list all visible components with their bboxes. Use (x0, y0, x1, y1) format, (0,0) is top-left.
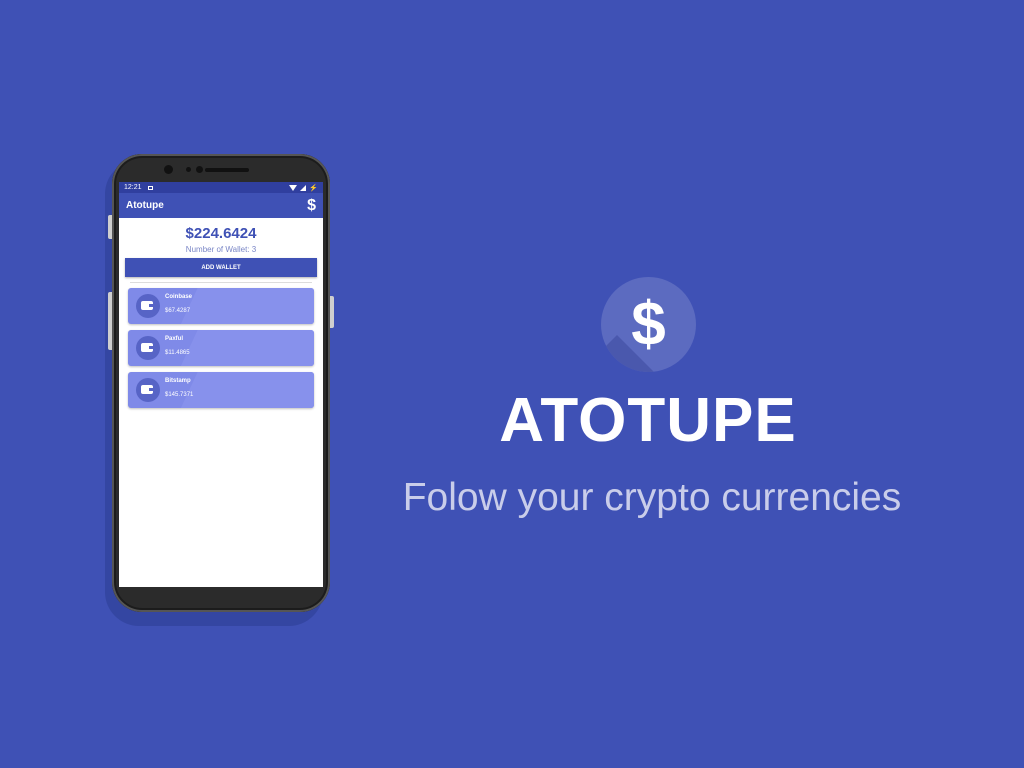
proximity-sensor (186, 167, 191, 172)
brand-tagline: Folow your crypto currencies (402, 476, 902, 519)
wallet-name: Bitstamp (165, 378, 191, 384)
status-time: 12:21 (124, 184, 142, 191)
light-sensor (196, 166, 203, 173)
wallet-card-paxful[interactable]: Paxful $11.4865 (128, 330, 314, 366)
app-logo: $ (601, 277, 696, 372)
status-icons: ⚡ (289, 184, 318, 192)
wallet-icon (141, 301, 153, 310)
status-bar: 12:21 ⚡ (119, 182, 323, 193)
wallet-card-coinbase[interactable]: Coinbase $67.4287 (128, 288, 314, 324)
wifi-icon (289, 184, 298, 191)
wallet-icon (141, 385, 153, 394)
phone-frame: 12:21 ⚡ Atotupe $ $224.6424 Number of Wa… (112, 154, 330, 612)
signal-icon (300, 184, 307, 191)
wallet-amount: $67.4287 (165, 308, 191, 314)
brand-title: ATOTUPE (499, 386, 797, 455)
card-decoration (165, 330, 314, 366)
add-wallet-button[interactable]: ADD WALLET (125, 258, 317, 277)
image-notification-icon (147, 185, 153, 190)
dollar-icon[interactable]: $ (307, 197, 316, 215)
phone-speaker (205, 168, 249, 172)
app-title: Atotupe (126, 200, 164, 211)
wallet-list: Coinbase $67.4287 Paxful $11.4865 Bitsta… (119, 288, 323, 408)
wallet-amount: $11.4865 (165, 350, 190, 356)
wallet-icon (141, 343, 153, 352)
dollar-icon: $ (631, 289, 666, 359)
phone-screen: 12:21 ⚡ Atotupe $ $224.6424 Number of Wa… (119, 182, 323, 587)
app-bar: Atotupe $ (119, 193, 323, 218)
wallet-card-bitstamp[interactable]: Bitstamp $145.7371 (128, 372, 314, 408)
total-balance: $224.6424 (185, 225, 257, 242)
wallet-name: Paxful (165, 336, 184, 342)
divider (130, 282, 312, 283)
wallet-count: Number of Wallet: 3 (185, 245, 257, 254)
wallet-amount: $145.7371 (165, 392, 194, 398)
front-camera-icon (164, 165, 173, 174)
battery-charging-icon: ⚡ (309, 184, 318, 192)
wallet-name: Coinbase (165, 294, 193, 300)
